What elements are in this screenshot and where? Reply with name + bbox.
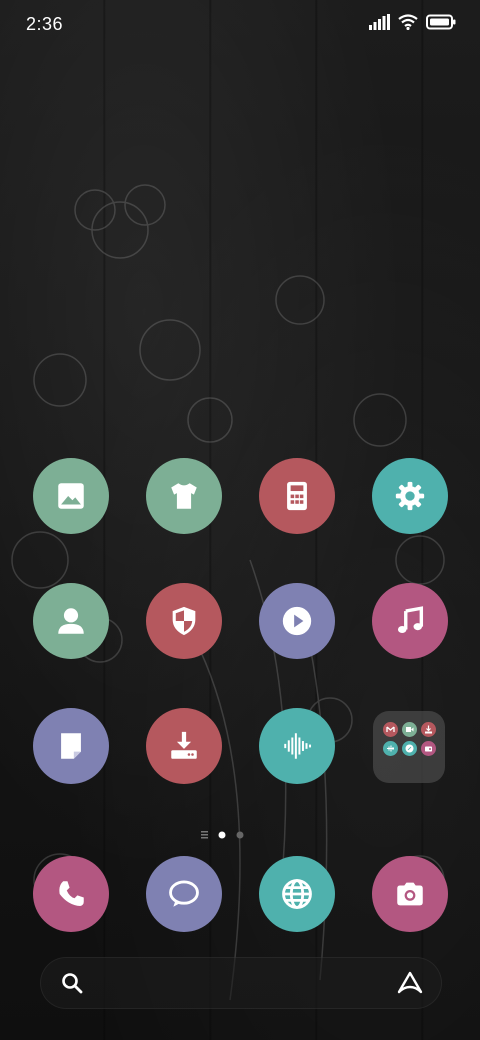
- downloads-app[interactable]: [146, 708, 222, 784]
- recorder-icon: [284, 733, 312, 759]
- wifi-icon: [398, 14, 418, 30]
- signal-icon: [369, 14, 390, 30]
- calculator-app[interactable]: [259, 458, 335, 534]
- video-call-icon: [406, 727, 414, 732]
- phone-app[interactable]: [33, 856, 109, 932]
- security-icon: [172, 606, 196, 636]
- status-time: 2:36: [26, 14, 64, 34]
- folder-download-app: [421, 722, 436, 737]
- settings-icon: [395, 481, 425, 511]
- folder-radio-app: [421, 741, 436, 756]
- mail-icon: [386, 726, 395, 732]
- themes-app[interactable]: [146, 458, 222, 534]
- music-icon: [397, 606, 424, 634]
- camera-app[interactable]: [372, 856, 448, 932]
- radio-icon: [425, 746, 432, 752]
- themes-icon: [171, 483, 197, 509]
- folder-compass-app: [402, 741, 417, 756]
- folder-waves-app: [383, 741, 398, 756]
- video-play-icon: [282, 606, 312, 636]
- folder-mail-app: [383, 722, 398, 737]
- browser-app[interactable]: [259, 856, 335, 932]
- gallery-app[interactable]: [33, 458, 109, 534]
- settings-app[interactable]: [372, 458, 448, 534]
- notes-icon: [61, 733, 81, 759]
- app-folder[interactable]: [373, 711, 445, 783]
- messages-icon: [169, 880, 199, 907]
- home-menu-icon: [201, 831, 208, 839]
- status-icons: [368, 14, 456, 30]
- downloads-icon: [171, 731, 197, 759]
- folder-video-call-app: [402, 722, 417, 737]
- page-indicator[interactable]: [0, 828, 480, 842]
- phone-icon: [59, 881, 84, 907]
- search-bar[interactable]: [40, 957, 442, 1009]
- notes-app[interactable]: [33, 708, 109, 784]
- browser-icon: [282, 879, 312, 909]
- music-app[interactable]: [372, 583, 448, 659]
- page-dot: [236, 831, 244, 839]
- battery-icon: [426, 14, 456, 30]
- recorder-app[interactable]: [259, 708, 335, 784]
- security-app[interactable]: [146, 583, 222, 659]
- contacts-icon: [58, 608, 84, 634]
- video-app[interactable]: [259, 583, 335, 659]
- page-dot-active: [218, 831, 226, 839]
- search-icon[interactable]: [60, 971, 84, 995]
- calculator-icon: [287, 481, 307, 511]
- messages-app[interactable]: [146, 856, 222, 932]
- waves-icon: [387, 745, 394, 752]
- contacts-app[interactable]: [33, 583, 109, 659]
- assistant-icon[interactable]: [396, 970, 424, 996]
- camera-icon: [397, 882, 423, 906]
- status-bar: 2:36: [0, 0, 480, 50]
- gallery-icon: [58, 483, 84, 509]
- compass-icon: [405, 744, 414, 753]
- download-icon: [425, 725, 432, 734]
